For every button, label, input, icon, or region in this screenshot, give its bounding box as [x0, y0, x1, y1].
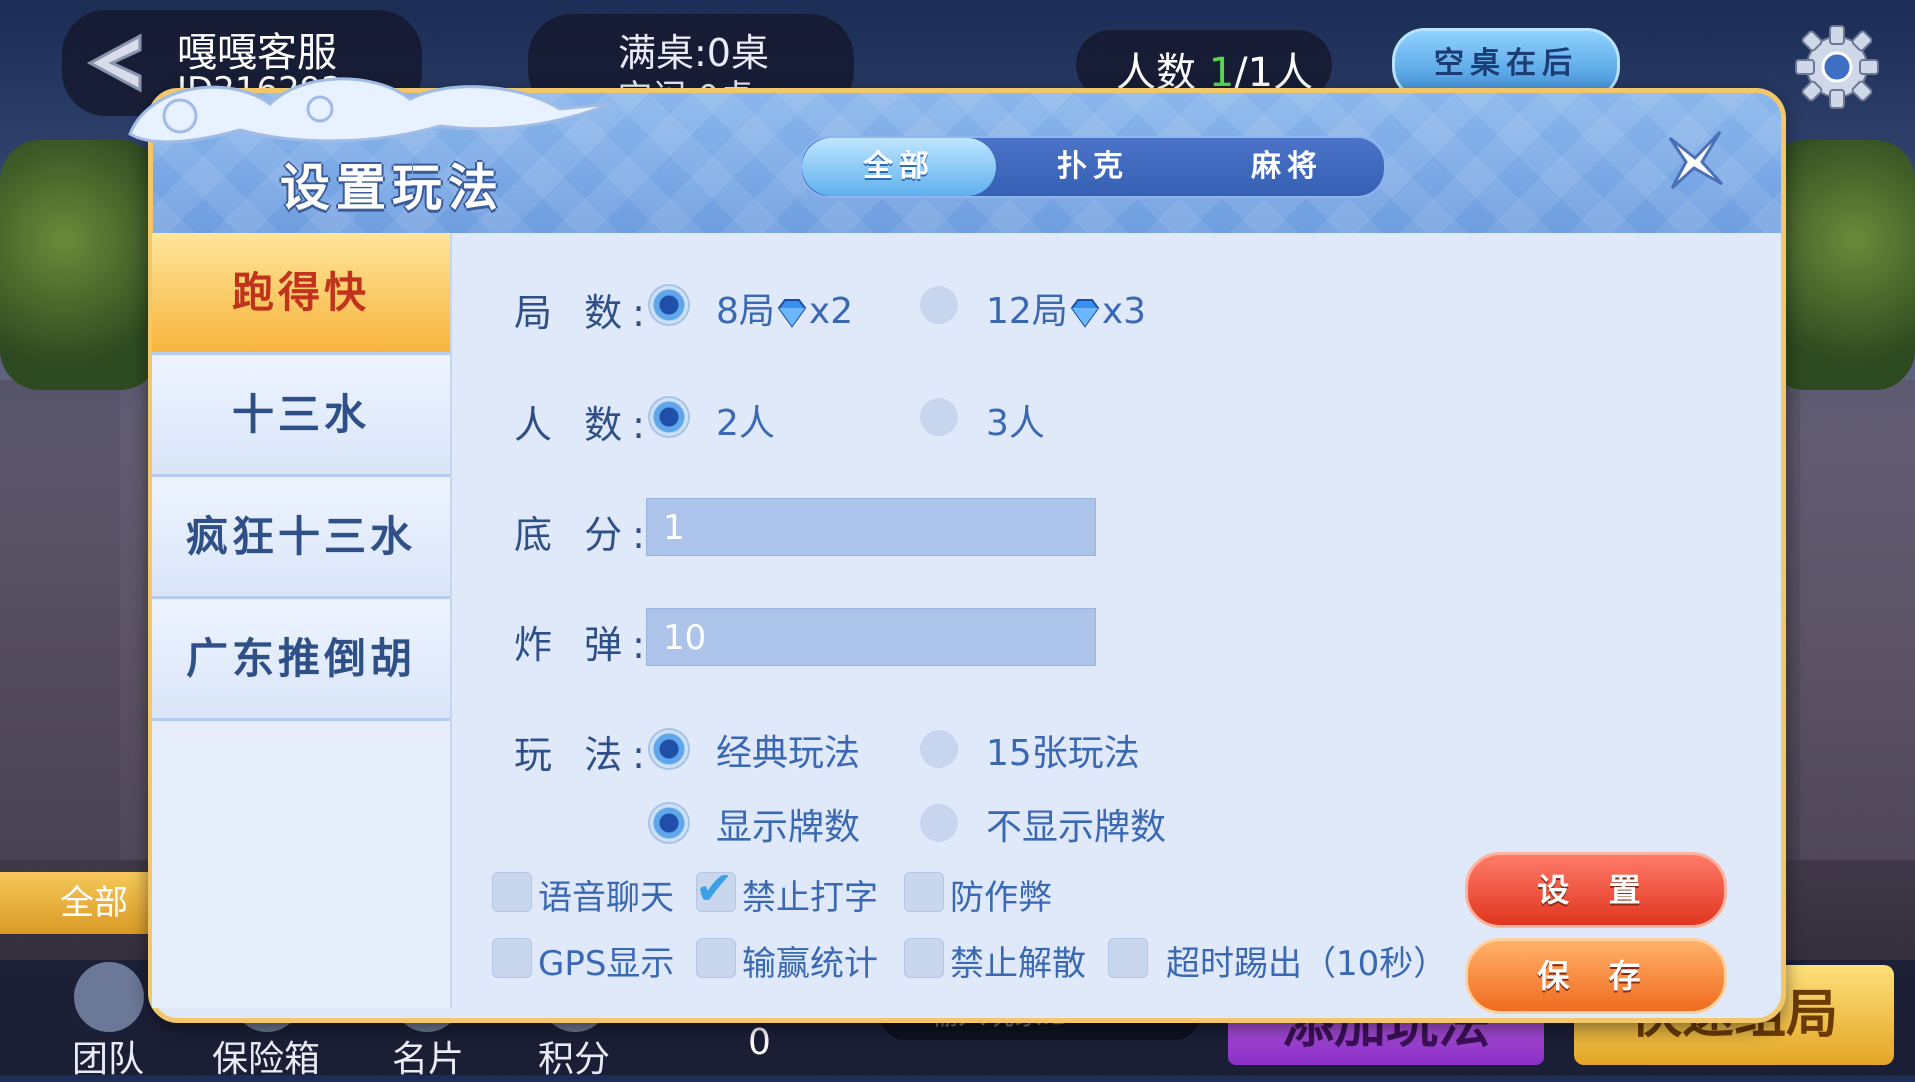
- anti-cheat-label[interactable]: 防作弊: [950, 870, 1052, 919]
- rounds-label: 局 数:: [514, 291, 655, 335]
- base-score-input[interactable]: 1: [646, 498, 1096, 556]
- timeout-kick-checkbox[interactable]: [1108, 938, 1148, 978]
- no-typing-checkbox[interactable]: ✔: [695, 861, 736, 915]
- no-dissolve-label[interactable]: 禁止解散: [950, 936, 1086, 985]
- background-hedge-left: [0, 140, 160, 390]
- game-item-crazy-shisanshui[interactable]: 疯狂十三水: [152, 478, 450, 599]
- tab-all[interactable]: 全部: [802, 138, 996, 196]
- rounds-8-option[interactable]: 8局 x2: [716, 282, 853, 334]
- nav-card[interactable]: 名片: [392, 1030, 464, 1082]
- play-15-radio[interactable]: [920, 730, 958, 768]
- anti-cheat-checkbox[interactable]: [904, 872, 944, 912]
- play-classic-option[interactable]: 经典玩法: [716, 724, 860, 776]
- no-typing-label[interactable]: 禁止打字: [742, 870, 878, 919]
- players-2-option[interactable]: 2人: [716, 394, 775, 446]
- diamond-icon: [777, 299, 807, 328]
- save-button[interactable]: 保 存: [1465, 938, 1727, 1014]
- nav-team[interactable]: 团队: [72, 1030, 144, 1082]
- no-dissolve-checkbox[interactable]: [904, 938, 944, 978]
- players-3-option[interactable]: 3人: [986, 394, 1045, 446]
- checkmark-icon: ✔: [695, 861, 734, 915]
- game-item-paodekuai[interactable]: 跑得快: [152, 234, 450, 355]
- bomb-input[interactable]: 10: [646, 608, 1096, 666]
- tables-full-text: 满桌:0桌: [618, 31, 769, 75]
- gps-checkbox[interactable]: [492, 938, 532, 978]
- hide-count-radio[interactable]: [920, 804, 958, 842]
- tab-poker[interactable]: 扑克: [996, 138, 1190, 196]
- win-loss-stats-label[interactable]: 输赢统计: [742, 936, 878, 985]
- nav-points[interactable]: 积分: [538, 1030, 610, 1082]
- show-count-option[interactable]: 显示牌数: [716, 798, 860, 850]
- rounds-8-radio[interactable]: [650, 286, 688, 324]
- game-item-guangdong-tuidaohu[interactable]: 广东推倒胡: [152, 600, 450, 721]
- show-count-radio[interactable]: [650, 804, 688, 842]
- cloud-ornament: [128, 77, 611, 144]
- score-value: 0: [748, 1022, 771, 1063]
- timeout-kick-label[interactable]: 超时踢出（10秒）: [1166, 936, 1447, 985]
- win-loss-stats-checkbox[interactable]: [696, 938, 736, 978]
- hide-count-option[interactable]: 不显示牌数: [986, 798, 1166, 850]
- play-15-option[interactable]: 15张玩法: [986, 724, 1140, 776]
- tab-mahjong[interactable]: 麻将: [1190, 138, 1384, 196]
- game-list: 跑得快 十三水 疯狂十三水 广东推倒胡: [152, 234, 452, 1008]
- nav-safe[interactable]: 保险箱: [212, 1030, 320, 1082]
- gear-icon[interactable]: [1792, 22, 1882, 112]
- close-icon[interactable]: [1662, 128, 1728, 194]
- set-button[interactable]: 设 置: [1465, 852, 1727, 928]
- rounds-12-option[interactable]: 12局 x3: [986, 282, 1146, 334]
- gps-label[interactable]: GPS显示: [538, 936, 674, 985]
- category-tabs: 全部 扑克 麻将: [800, 136, 1386, 198]
- background-hedge-right: [1765, 140, 1915, 390]
- bomb-label: 炸 弹:: [514, 623, 655, 667]
- players-3-radio[interactable]: [920, 398, 958, 436]
- play-classic-radio[interactable]: [650, 730, 688, 768]
- team-icon[interactable]: [74, 962, 144, 1032]
- base-score-label: 底 分:: [514, 513, 655, 557]
- game-item-shisanshui[interactable]: 十三水: [152, 356, 450, 477]
- players-label: 人 数:: [514, 403, 655, 447]
- filter-tab-all[interactable]: 全部游戏: [0, 872, 150, 934]
- diamond-icon: [1070, 299, 1100, 328]
- play-mode-label: 玩 法:: [514, 733, 655, 777]
- rounds-12-radio[interactable]: [920, 286, 958, 324]
- dialog-title: 设置玩法: [280, 158, 504, 217]
- voice-chat-checkbox[interactable]: [492, 872, 532, 912]
- voice-chat-label[interactable]: 语音聊天: [538, 870, 674, 919]
- players-2-radio[interactable]: [650, 398, 688, 436]
